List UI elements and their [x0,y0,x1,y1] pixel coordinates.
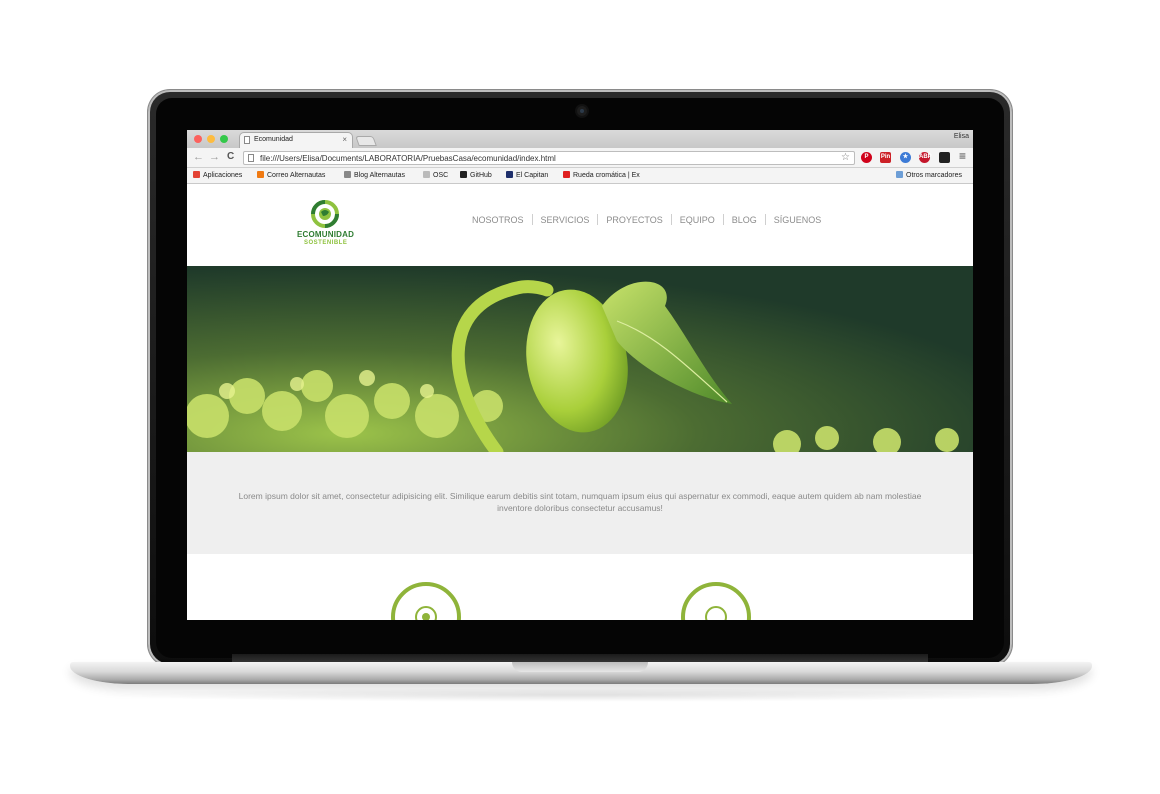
laptop-screen: Ecomunidad × Elisa ← → C file:///Users/E… [187,130,973,620]
bookmark-label: Aplicaciones [203,172,243,179]
url-text: file:///Users/Elisa/Documents/LABORATORI… [260,154,556,163]
laptop-shadow [90,688,1070,702]
menu-icon[interactable]: ≡ [959,150,966,162]
star-label: ★ [902,154,909,160]
bookmark-el-capitan[interactable]: El Capitan [506,171,548,179]
bookmark-label: Blog Alternautas [354,172,405,179]
tab-close-icon[interactable]: × [342,135,347,144]
pinterest-icon[interactable]: P [861,152,872,163]
nav-nosotros[interactable]: NOSOTROS [464,215,532,225]
browser-toolbar: ← → C file:///Users/Elisa/Documents/LABO… [187,148,973,168]
minimize-window-button[interactable] [207,135,215,143]
bookmarks-bar: Aplicaciones Correo Alternautas Blog Alt… [187,168,973,184]
maximize-window-button[interactable] [220,135,228,143]
forward-icon[interactable]: → [209,151,220,163]
bookmark-label: GitHub [470,172,492,179]
intro-paragraph: Lorem ipsum dolor sit amet, consectetur … [238,491,922,513]
abp-label: ABP [919,154,932,160]
pinterest-label: P [864,154,869,160]
bookmark-aplicaciones[interactable]: Aplicaciones [193,171,242,179]
profile-name[interactable]: Elisa [954,133,969,140]
close-window-button[interactable] [194,135,202,143]
ecomunidad-logo-icon[interactable] [308,199,342,229]
nav-siguenos[interactable]: SÍGUENOS [766,215,830,225]
bookmark-github[interactable]: GitHub [460,171,492,179]
bookmark-osc[interactable]: OSC [423,171,448,179]
bookmark-blog-alternautas[interactable]: Blog Alternautas [344,171,405,179]
nav-servicios[interactable]: SERVICIOS [533,215,598,225]
tab-title: Ecomunidad [254,136,293,143]
bookmark-star-icon[interactable]: ☆ [841,152,850,163]
address-bar[interactable]: file:///Users/Elisa/Documents/LABORATORI… [243,151,855,165]
back-icon[interactable]: ← [193,151,204,163]
bookmark-label: Correo Alternautas [267,172,326,179]
bookmark-label: Otros marcadores [906,172,963,179]
feature-circle-idea [681,582,751,620]
bookmark-rueda-cromatica[interactable]: Rueda cromática | Ex [563,171,640,179]
correo-icon [257,171,264,178]
target-icon [415,606,437,620]
star-extension-icon[interactable]: ★ [900,152,911,163]
evernote-icon[interactable] [939,152,950,163]
webcam-icon [577,106,587,116]
github-icon [460,171,467,178]
page-icon [248,154,254,162]
hero-banner [187,266,973,452]
pin-label: Pin [880,154,891,160]
tab-ecomunidad[interactable]: Ecomunidad × [239,132,353,148]
feature-circle-target [391,582,461,620]
el-capitan-icon [506,171,513,178]
document-icon [244,136,250,144]
laptop-notch [512,662,648,672]
logo-line2: SOSTENIBLE [304,240,348,246]
document-icon [344,171,351,178]
pin-extension-icon[interactable]: Pin [880,152,891,163]
nav-blog[interactable]: BLOG [724,215,765,225]
main-nav: NOSOTROS SERVICIOS PROYECTOS EQUIPO BLOG SÍGU… [464,214,829,228]
bookmark-label: El Capitan [516,172,549,179]
sprout-hero-image [187,266,973,452]
apps-grid-icon [193,171,200,178]
web-page: ECOMUNIDAD SOSTENIBLE NOSOTROS SERVICIOS P… [187,184,973,620]
new-tab-button[interactable] [355,136,377,146]
nav-proyectos[interactable]: PROYECTOS [598,215,670,225]
bookmark-otros-marcadores[interactable]: Otros marcadores [896,171,962,179]
osc-icon [423,171,430,178]
nav-equipo[interactable]: EQUIPO [672,215,723,225]
browser-tab-bar: Ecomunidad × Elisa [187,130,973,148]
idea-icon [705,606,727,620]
folder-icon [896,171,903,178]
adblock-plus-icon[interactable]: ABP [919,152,932,163]
bookmark-label: OSC [433,172,449,179]
reload-icon[interactable]: C [227,151,234,163]
intro-section: Lorem ipsum dolor sit amet, consectetur … [187,452,973,554]
bookmark-correo-alternautas[interactable]: Correo Alternautas [257,171,325,179]
adobe-icon [563,171,570,178]
logo-line1: ECOMUNIDAD [297,230,355,239]
bookmark-label: Rueda cromática | Ex [573,172,640,179]
